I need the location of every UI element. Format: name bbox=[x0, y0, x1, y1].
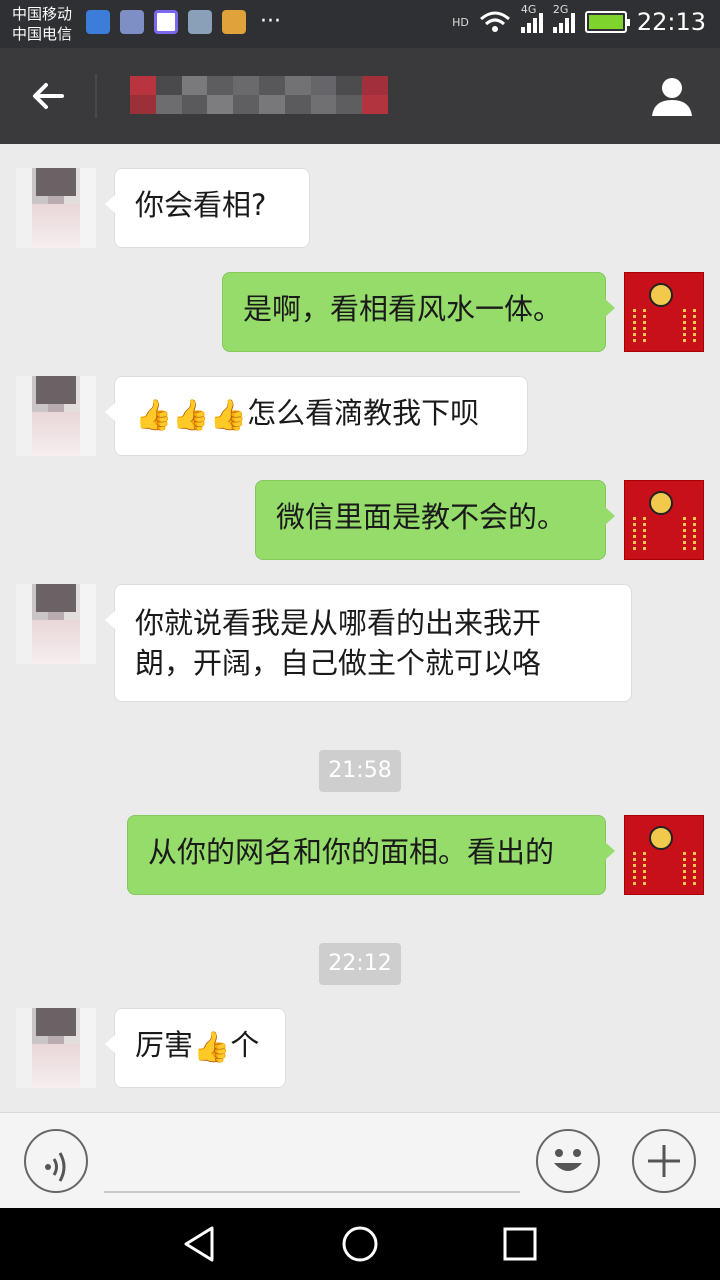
notification-icons: ··· bbox=[86, 10, 281, 34]
wifi-icon bbox=[479, 11, 510, 32]
more-notifications-icon: ··· bbox=[260, 9, 281, 34]
message-text: 从你的网名和你的面相。看出的 bbox=[148, 835, 555, 869]
incoming-message[interactable]: 你会看相? bbox=[105, 168, 310, 248]
contact-name-pixelated bbox=[130, 76, 388, 114]
carrier-2: 中国电信 bbox=[12, 25, 73, 43]
person-icon[interactable] bbox=[650, 74, 694, 118]
incoming-message[interactable]: 你就说看我是从哪看的出来我开 朗，开阔，自己做主个就可以咯 bbox=[105, 584, 632, 702]
signal-2g: 2G bbox=[552, 3, 575, 33]
crown-icon bbox=[222, 10, 246, 34]
outgoing-message[interactable]: 从你的网名和你的面相。看出的 bbox=[127, 815, 615, 895]
carrier-1: 中国移动 bbox=[12, 5, 73, 23]
signal-4g: 4G bbox=[520, 3, 543, 33]
hd-label: HD bbox=[452, 15, 469, 29]
message-text: 个 bbox=[230, 1028, 260, 1062]
message-text-line: 你就说看我是从哪看的出来我开 bbox=[135, 606, 542, 640]
battery-icon bbox=[584, 11, 630, 33]
my-avatar[interactable] bbox=[624, 272, 704, 352]
my-avatar[interactable] bbox=[624, 815, 704, 895]
wifi-share-icon bbox=[86, 10, 110, 34]
emoji-button[interactable] bbox=[536, 1129, 600, 1193]
circle-home-icon[interactable] bbox=[340, 1224, 380, 1264]
contact-avatar[interactable] bbox=[16, 168, 96, 248]
thumbs-up-icon: 👍👍👍 bbox=[135, 398, 248, 433]
my-avatar[interactable] bbox=[624, 480, 704, 560]
contact-avatar[interactable] bbox=[16, 1008, 96, 1088]
net-2g-label: 2G bbox=[552, 3, 569, 16]
chat-header bbox=[0, 48, 720, 144]
clock: 22:13 bbox=[636, 8, 706, 36]
message-text: 微信里面是教不会的。 bbox=[276, 500, 567, 534]
timestamp: 22:12 bbox=[319, 943, 401, 985]
gallery-icon bbox=[188, 10, 212, 34]
status-bar: 中国移动 中国电信 ··· HD 4G 2G 22:13 bbox=[0, 0, 720, 48]
smiley-icon bbox=[554, 1149, 582, 1171]
message-text: 厉害 bbox=[135, 1028, 194, 1062]
thumbs-up-icon: 👍 bbox=[193, 1030, 231, 1065]
header-divider bbox=[95, 74, 97, 118]
chat-area[interactable]: 你会看相? 是啊，看相看风水一体。 👍👍👍怎么看滴教我下呗 微信里面是教不会的。… bbox=[0, 144, 720, 1112]
timestamp: 21:58 bbox=[319, 750, 401, 792]
input-bar bbox=[0, 1112, 720, 1208]
incoming-message[interactable]: 👍👍👍怎么看滴教我下呗 bbox=[105, 376, 528, 456]
triangle-back-icon[interactable] bbox=[180, 1224, 220, 1264]
outgoing-message[interactable]: 微信里面是教不会的。 bbox=[255, 480, 615, 560]
chat-app-icon bbox=[154, 10, 178, 34]
more-options-button[interactable] bbox=[632, 1129, 696, 1193]
incoming-message[interactable]: 厉害👍个 bbox=[105, 1008, 286, 1088]
plus-icon bbox=[648, 1145, 680, 1177]
message-text: 怎么看滴教我下呗 bbox=[247, 396, 480, 430]
app-icon bbox=[120, 10, 144, 34]
arrow-left-icon[interactable] bbox=[28, 76, 68, 116]
carrier-labels: 中国移动 中国电信 bbox=[12, 4, 72, 44]
message-input[interactable] bbox=[104, 1131, 520, 1193]
contact-avatar[interactable] bbox=[16, 584, 96, 664]
outgoing-message[interactable]: 是啊，看相看风水一体。 bbox=[222, 272, 615, 352]
status-right: HD 4G 2G 22:13 bbox=[452, 3, 706, 36]
system-nav-bar bbox=[0, 1208, 720, 1280]
voice-icon bbox=[45, 1152, 66, 1182]
net-4g-label: 4G bbox=[520, 3, 537, 16]
message-text-line: 朗，开阔，自己做主个就可以咯 bbox=[135, 646, 542, 680]
voice-button[interactable] bbox=[24, 1129, 88, 1193]
message-text: 你会看相? bbox=[135, 188, 267, 222]
contact-avatar[interactable] bbox=[16, 376, 96, 456]
square-recents-icon[interactable] bbox=[500, 1224, 540, 1264]
message-text: 是啊，看相看风水一体。 bbox=[243, 292, 563, 326]
